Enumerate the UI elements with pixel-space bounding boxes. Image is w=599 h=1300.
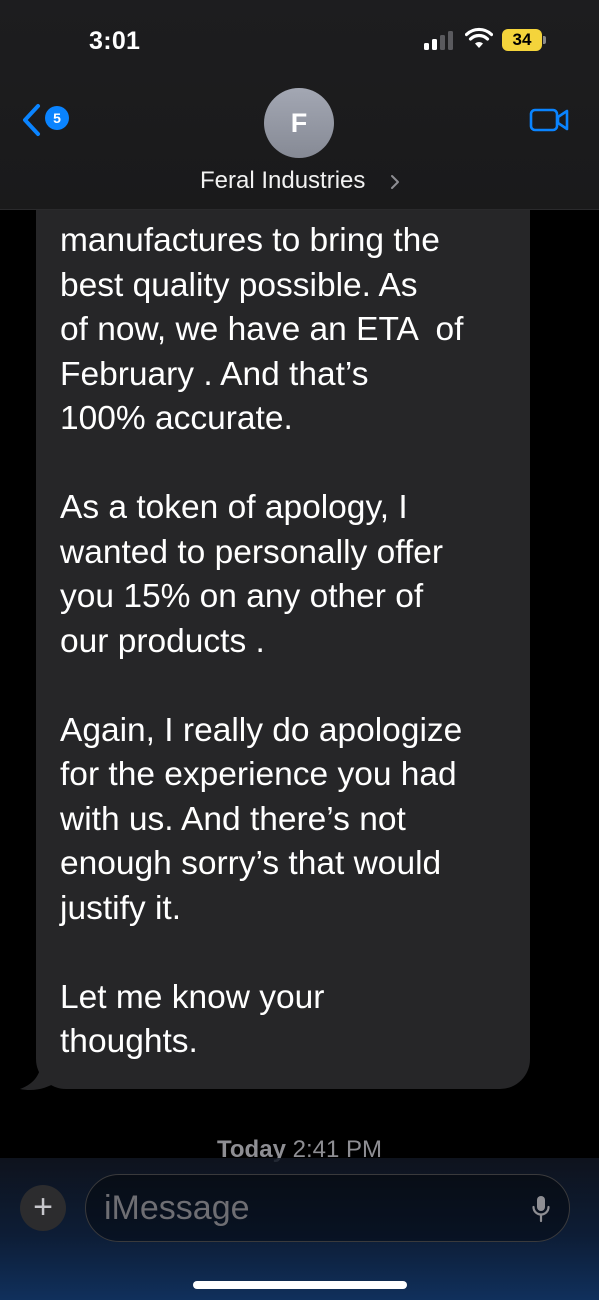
- imessage-input[interactable]: iMessage: [85, 1174, 570, 1242]
- facetime-video-icon[interactable]: [529, 106, 569, 134]
- battery-icon: 34: [502, 29, 546, 51]
- chevron-left-icon: [23, 104, 40, 136]
- home-indicator[interactable]: [193, 1281, 407, 1289]
- message-line: justify it.: [60, 889, 181, 927]
- message-line: February . And that’s: [60, 355, 369, 393]
- back-button[interactable]: 5: [20, 100, 76, 140]
- microphone-icon[interactable]: [531, 1195, 551, 1223]
- bubble-tail: [20, 1056, 56, 1091]
- imessage-placeholder: iMessage: [104, 1189, 250, 1227]
- add-attachment-button[interactable]: +: [20, 1185, 66, 1231]
- unread-count-badge: 5: [45, 106, 69, 130]
- message-line: best quality possible. As: [60, 266, 418, 304]
- message-line: wanted to personally offer: [60, 533, 444, 571]
- cellular-signal-icon: [424, 30, 456, 50]
- chevron-right-icon: [391, 175, 399, 189]
- message-line: our products .: [60, 622, 265, 660]
- message-text: manufactures to bring the best quality p…: [60, 219, 530, 1065]
- contact-name[interactable]: Feral Industries: [200, 167, 365, 195]
- message-line: for the experience you had: [60, 756, 457, 793]
- message-line: you 15% on any other of: [60, 578, 424, 615]
- message-line: As a token of apology, I: [60, 489, 408, 526]
- message-line: Let me know your: [60, 978, 325, 1016]
- message-line: enough sorry’s that would: [60, 845, 442, 882]
- message-line: of now, we have an ETA of: [60, 311, 464, 348]
- wifi-icon: [465, 27, 493, 48]
- message-line: manufactures to bring the: [60, 222, 440, 259]
- conversation-header: 3:01 34 5 F Feral Industries: [0, 0, 599, 210]
- message-line: 100% accurate.: [60, 400, 293, 437]
- message-line: thoughts.: [60, 1023, 198, 1060]
- message-line: Again, I really do apologize: [60, 711, 463, 749]
- status-time: 3:01: [89, 27, 141, 55]
- message-line: with us. And there’s not: [60, 800, 406, 838]
- contact-avatar[interactable]: F: [264, 88, 334, 158]
- battery-level: 34: [502, 29, 542, 51]
